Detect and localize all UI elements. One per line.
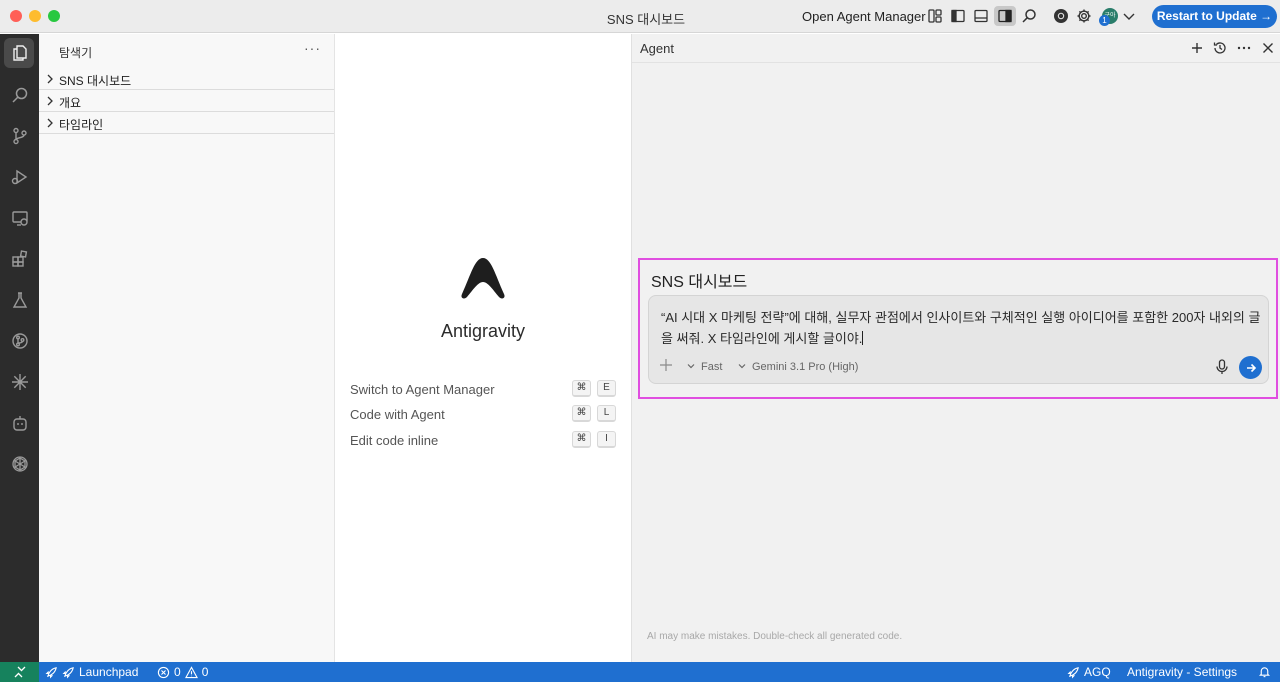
ai-disclaimer: AI may make mistakes. Double-check all g…	[647, 631, 903, 642]
openai-icon[interactable]	[0, 448, 39, 480]
rocket-icon	[1067, 666, 1079, 678]
conversation-title: SNS 대시보드	[651, 274, 748, 291]
testing-icon[interactable]	[0, 284, 39, 316]
search-icon[interactable]	[1020, 7, 1038, 25]
chevron-right-icon	[47, 96, 53, 106]
bell-icon	[1258, 667, 1271, 678]
explorer-icon[interactable]	[0, 37, 39, 69]
model-selector[interactable]: Gemini 3.1 Pro (High)	[738, 361, 858, 373]
agq-button[interactable]: AGQ	[1067, 665, 1111, 679]
sidebar-section-label: SNS 대시보드	[59, 74, 132, 88]
prompt-value: “AI 시대 X 마케팅 전략”에 대해, 실무자 관점에서 인사이트와 구체적…	[661, 310, 1261, 346]
launchpad-label: Launchpad	[79, 665, 139, 679]
chevron-right-icon	[47, 74, 53, 84]
arrow-right-icon	[1246, 363, 1256, 372]
antigravity-logo-icon	[461, 258, 505, 299]
sidebar-section-label: 개요	[59, 96, 82, 110]
shortcut-label: Switch to Agent Manager	[350, 382, 495, 397]
send-button[interactable]	[1239, 356, 1262, 379]
shortcut-key: I	[597, 431, 616, 448]
sidebar-more-actions-button[interactable]: ···	[304, 40, 321, 56]
notification-badge: 1	[1099, 15, 1110, 26]
gear-icon[interactable]	[1075, 7, 1093, 25]
shortcut-mod-key: ⌘	[572, 431, 591, 448]
agq-label: AGQ	[1084, 665, 1111, 679]
title-bar: SNS 대시보드 Open Agent Manager 구아 1 Restart…	[0, 0, 1280, 33]
shortcut-key: E	[597, 380, 616, 397]
microphone-icon[interactable]	[1215, 359, 1229, 375]
chevron-down-icon[interactable]	[1120, 7, 1138, 25]
agent-panel-title: Agent	[640, 41, 674, 56]
sidebar-section-label: 타임라인	[59, 118, 104, 132]
launchpad-button[interactable]: Launchpad	[45, 665, 138, 679]
status-bar: Launchpad 0 0 AGQ Antigravity - Settings	[0, 662, 1280, 682]
prompt-text[interactable]: “AI 시대 X 마케팅 전략”에 대해, 실무자 관점에서 인사이트와 구체적…	[661, 307, 1261, 349]
chevron-right-icon	[47, 118, 53, 128]
agent-header: Agent	[632, 34, 1280, 63]
app-name: Antigravity	[440, 321, 526, 341]
git-graph-icon[interactable]	[0, 325, 39, 357]
shortcut-key: L	[597, 405, 616, 422]
new-chat-icon[interactable]	[1189, 40, 1205, 56]
rocket-icon	[45, 666, 57, 678]
warning-icon	[184, 665, 198, 678]
sidebar-section-overview[interactable]: 개요	[39, 90, 334, 112]
toggle-secondary-sidebar-icon[interactable]	[994, 6, 1016, 26]
history-icon[interactable]	[1212, 40, 1228, 56]
open-agent-manager-button[interactable]: Open Agent Manager	[802, 9, 926, 24]
extensions-icon[interactable]	[0, 243, 39, 275]
remote-icon	[14, 666, 25, 678]
chevron-down-icon	[687, 364, 695, 369]
mode-selector[interactable]: Fast	[687, 361, 722, 373]
problems-button[interactable]: 0 0	[157, 665, 208, 679]
shortcut-mod-key: ⌘	[572, 405, 591, 422]
remote-indicator-button[interactable]	[0, 662, 39, 682]
sparkle-icon[interactable]	[0, 366, 39, 398]
notifications-button[interactable]	[1258, 665, 1271, 678]
sidebar-section-timeline[interactable]: 타임라인	[39, 112, 334, 134]
sidebar-section-sns-dashboard[interactable]: SNS 대시보드	[39, 68, 334, 90]
close-icon[interactable]	[1260, 40, 1276, 56]
shortcut-mod-key: ⌘	[572, 380, 591, 397]
remote-explorer-icon[interactable]	[0, 202, 39, 234]
warning-count: 0	[201, 665, 209, 679]
toggle-primary-sidebar-icon[interactable]	[949, 7, 967, 25]
rocket-icon	[62, 666, 74, 678]
shortcut-switch-agent-manager[interactable]: Switch to Agent Manager ⌘ E	[350, 380, 616, 400]
sidebar-title: 탐색기	[59, 46, 93, 60]
error-count: 0	[174, 665, 181, 679]
add-context-icon[interactable]	[659, 358, 673, 372]
shortcut-edit-code-inline[interactable]: Edit code inline ⌘ I	[350, 431, 616, 451]
robot-icon[interactable]	[0, 407, 39, 439]
run-debug-icon[interactable]	[0, 161, 39, 193]
restart-to-update-button[interactable]: Restart to Update →	[1152, 5, 1277, 28]
source-control-icon[interactable]	[0, 120, 39, 152]
shortcut-label: Edit code inline	[350, 433, 439, 448]
model-label: Gemini 3.1 Pro (High)	[752, 361, 859, 373]
text-caret	[862, 331, 864, 345]
agent-panel: Agent SNS 대시보드 “AI 시대 X 마케팅 전략”에 대해, 실무자…	[631, 34, 1280, 662]
agent-prompt-input[interactable]: “AI 시대 X 마케팅 전략”에 대해, 실무자 관점에서 인사이트와 구체적…	[648, 295, 1269, 384]
layout-customize-icon[interactable]	[926, 7, 944, 25]
chevron-down-icon	[738, 364, 746, 369]
mode-label: Fast	[701, 361, 723, 373]
antigravity-settings-button[interactable]: Antigravity - Settings	[1127, 665, 1237, 679]
welcome-editor: Antigravity Switch to Agent Manager ⌘ E …	[335, 34, 631, 662]
chrome-icon[interactable]	[1052, 7, 1070, 25]
explorer-sidebar: 탐색기 ··· SNS 대시보드 개요 타임라인	[39, 34, 335, 662]
error-icon	[157, 666, 170, 678]
shortcut-code-with-agent[interactable]: Code with Agent ⌘ L	[350, 405, 616, 425]
toggle-panel-icon[interactable]	[972, 7, 990, 25]
more-actions-icon[interactable]	[1236, 40, 1252, 56]
search-icon[interactable]	[0, 79, 39, 111]
settings-label: Antigravity - Settings	[1127, 665, 1238, 679]
activity-bar	[0, 34, 39, 662]
shortcut-label: Code with Agent	[350, 407, 445, 422]
